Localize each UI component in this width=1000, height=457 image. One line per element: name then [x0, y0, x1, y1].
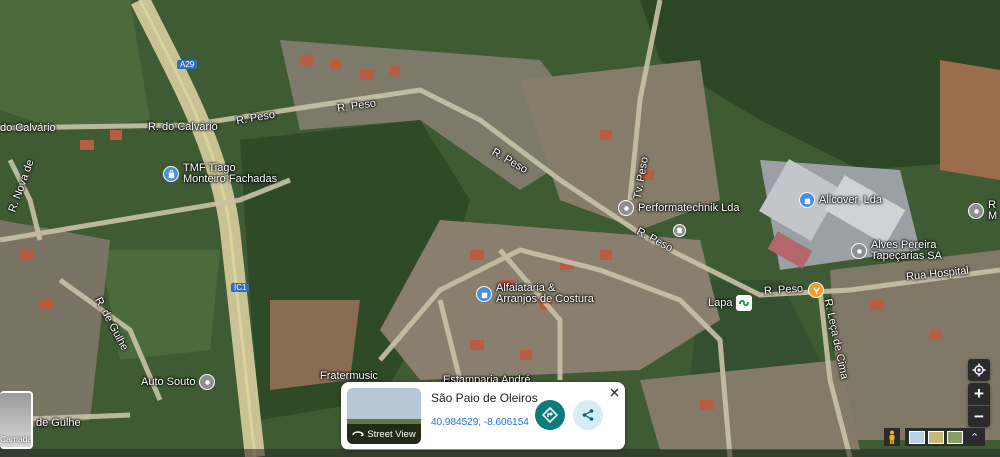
pin-icon [618, 200, 634, 216]
zoom-in-button[interactable]: + [968, 383, 990, 405]
street-view-thumbnail[interactable]: Street View [347, 388, 421, 444]
pin-icon [968, 203, 984, 219]
directions-button[interactable] [535, 400, 565, 430]
street-label-do-calvario: do Calvário [0, 122, 56, 134]
zoom-controls: + − [968, 383, 990, 427]
attribution-bar [0, 449, 1000, 457]
pegman-icon [889, 430, 895, 444]
zoom-out-button[interactable]: − [968, 405, 990, 427]
street-view-icon [352, 431, 365, 437]
imagery-thumbnails[interactable]: ⌃ [905, 428, 985, 446]
poi-performatechnik-label: Performatechnik Lda [638, 201, 740, 214]
share-icon [582, 409, 594, 421]
poi-allcover-label: Allcover, Lda [819, 193, 882, 206]
poi-alfaiataria-line2: Arranjos de Costura [496, 293, 594, 305]
coordinates[interactable]: 40.984529, -8.606154 [431, 417, 529, 428]
poi-alfaiataria[interactable]: Alfaiataria & Arranjos de Costura [476, 283, 594, 305]
poi-right-line2: M [988, 210, 998, 222]
poi-tmf-line2: Monteiro Fachadas [183, 173, 278, 185]
share-button[interactable] [573, 400, 603, 430]
poi-fuel-station[interactable] [808, 282, 824, 298]
poi-right-edge[interactable]: RM [968, 200, 997, 222]
poi-tmf-tiago[interactable]: TMF Tiago Monteiro Fachadas [163, 163, 277, 185]
poi-bus-stop[interactable] [673, 224, 686, 237]
poi-performatechnik[interactable]: Performatechnik Lda [618, 200, 740, 216]
poi-auto-souto-label: Auto Souto [141, 375, 196, 388]
fuel-icon [808, 282, 824, 298]
poi-alves-pereira[interactable]: Alves Pereira Tapeçarias SA [851, 240, 942, 262]
close-icon [610, 388, 618, 396]
poi-lapa-label: Lapa [708, 296, 733, 309]
layers-label: Camadas [0, 434, 33, 444]
my-location-button[interactable] [968, 359, 990, 381]
location-info-card: Street View São Paio de Oleiros 40.98452… [341, 382, 625, 450]
target-icon [972, 363, 986, 377]
map-thumbnail-1[interactable] [909, 430, 925, 444]
poi-auto-souto[interactable]: Auto Souto [141, 374, 216, 390]
car-repair-icon [199, 374, 216, 390]
street-label-de-gulhe: de Gulhe [36, 417, 81, 429]
pin-icon [851, 243, 867, 259]
poi-alves-line2: Tapeçarias SA [871, 250, 942, 262]
highway-shield-ic1: IC1 [231, 283, 250, 292]
shopping-bag-icon [799, 192, 815, 208]
map-thumbnail-2[interactable] [928, 430, 944, 444]
place-name: São Paio de Oleiros [431, 391, 538, 405]
poi-allcover[interactable]: Allcover, Lda [799, 192, 882, 208]
bus-stop-icon [673, 224, 686, 237]
shopping-bag-icon [476, 286, 492, 302]
layers-button[interactable]: Camadas [0, 391, 33, 449]
metro-station-icon [736, 295, 753, 311]
shopping-bag-icon [163, 166, 179, 182]
poi-fratermusic-label[interactable]: Fratermusic [320, 370, 378, 382]
highway-shield-a29: A29 [177, 60, 198, 69]
street-label-r-do-calvario: R. do Calvário [148, 121, 218, 133]
street-view-label: Street View [367, 428, 416, 440]
poi-lapa-station[interactable]: Lapa [708, 295, 753, 311]
map-thumbnail-3[interactable] [947, 430, 963, 444]
street-view-button[interactable]: Street View [347, 424, 421, 444]
pegman-button[interactable] [884, 428, 900, 446]
expand-chevron-icon[interactable]: ⌃ [970, 431, 979, 444]
close-card-button[interactable] [607, 385, 621, 399]
directions-icon [542, 407, 558, 423]
